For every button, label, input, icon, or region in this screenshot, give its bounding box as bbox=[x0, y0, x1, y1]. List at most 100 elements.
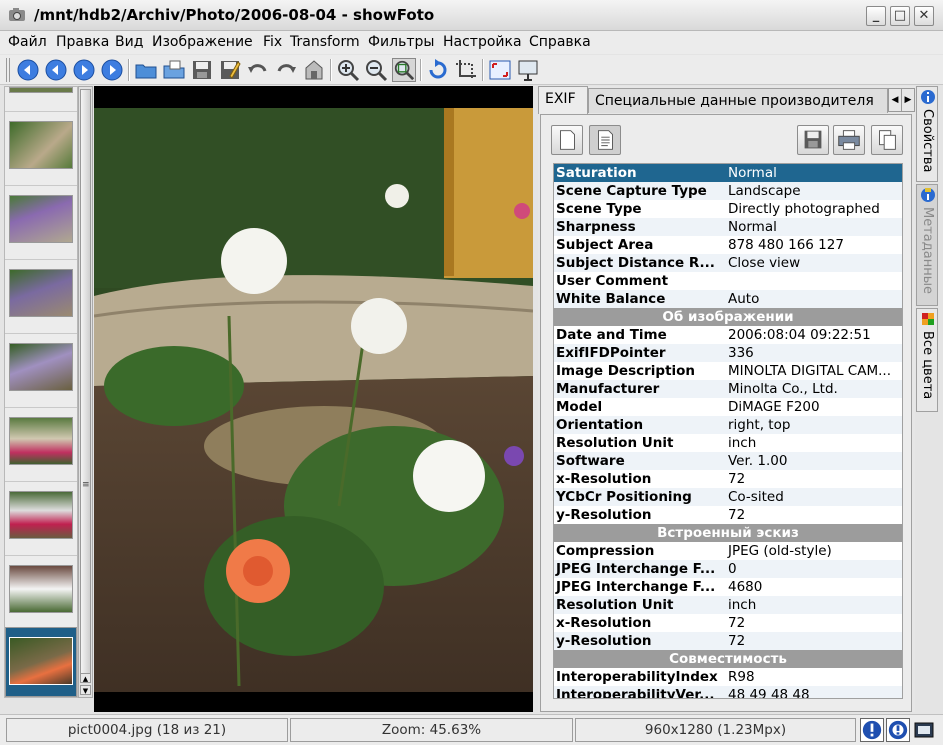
metadata-row[interactable]: Subject Distance R... Close view bbox=[554, 254, 902, 272]
save-as-icon[interactable] bbox=[218, 58, 242, 82]
metadata-row[interactable]: InteroperabilityIndex R98 bbox=[554, 668, 902, 686]
metadata-row[interactable]: ExifIFDPointer 336 bbox=[554, 344, 902, 362]
full-view-button[interactable] bbox=[589, 125, 621, 155]
forward-icon[interactable] bbox=[44, 58, 68, 82]
metadata-row[interactable]: JPEG Interchange F... 0 bbox=[554, 560, 902, 578]
thumbnail[interactable] bbox=[9, 491, 73, 539]
revert-icon[interactable] bbox=[302, 58, 326, 82]
redo-icon[interactable] bbox=[274, 58, 298, 82]
underexposure-indicator-icon[interactable] bbox=[860, 718, 884, 742]
metadata-row[interactable]: User Comment bbox=[554, 272, 902, 290]
back-icon[interactable] bbox=[16, 58, 40, 82]
sidebar-tab-metadata[interactable]: Метаданные bbox=[916, 184, 938, 306]
copy-metadata-button[interactable] bbox=[871, 125, 903, 155]
thumbnail-current[interactable] bbox=[9, 637, 73, 685]
tab-makernote[interactable]: Специальные данные производителя bbox=[588, 88, 888, 113]
thumbnail[interactable] bbox=[9, 269, 73, 317]
thumbnail-strip[interactable] bbox=[4, 86, 78, 698]
scroll-down-arrow[interactable]: ▼ bbox=[80, 685, 91, 695]
panel-tabs: EXIF Специальные данные производителя ◀ … bbox=[538, 86, 915, 114]
metadata-row[interactable]: Software Ver. 1.00 bbox=[554, 452, 902, 470]
open-file-icon[interactable] bbox=[162, 58, 186, 82]
toolbar-separator bbox=[482, 59, 484, 81]
image-canvas[interactable] bbox=[93, 86, 534, 712]
rotate-icon[interactable] bbox=[426, 58, 450, 82]
metadata-row[interactable]: Sharpness Normal bbox=[554, 218, 902, 236]
metadata-row[interactable]: InteroperabilityVer... 48 49 48 48 bbox=[554, 686, 902, 698]
tab-scroll-left[interactable]: ◀ bbox=[888, 88, 902, 112]
metadata-section-header[interactable]: Совместимость bbox=[554, 650, 902, 668]
menu-view[interactable]: Вид bbox=[115, 34, 143, 50]
metadata-row[interactable]: Scene Capture Type Landscape bbox=[554, 182, 902, 200]
metadata-row[interactable]: Orientation right, top bbox=[554, 416, 902, 434]
metadata-value: 72 bbox=[728, 633, 746, 649]
thumbnail-divider bbox=[5, 481, 77, 482]
menu-transform[interactable]: Transform bbox=[290, 34, 360, 50]
metadata-value: Directly photographed bbox=[728, 201, 880, 217]
metadata-row[interactable]: y-Resolution 72 bbox=[554, 506, 902, 524]
thumbnail[interactable] bbox=[9, 565, 73, 613]
menu-filters[interactable]: Фильтры bbox=[368, 34, 434, 50]
menu-fix[interactable]: Fix bbox=[263, 34, 282, 50]
undo-icon[interactable] bbox=[246, 58, 270, 82]
print-metadata-button[interactable] bbox=[833, 125, 865, 155]
simple-view-button[interactable] bbox=[551, 125, 583, 155]
metadata-row[interactable]: Subject Area 878 480 166 127 bbox=[554, 236, 902, 254]
metadata-key: Subject Distance R... bbox=[556, 255, 715, 271]
metadata-row[interactable]: Model DiMAGE F200 bbox=[554, 398, 902, 416]
minimize-button[interactable]: _ bbox=[866, 6, 886, 26]
metadata-row[interactable]: Compression JPEG (old-style) bbox=[554, 542, 902, 560]
save-icon[interactable] bbox=[190, 58, 214, 82]
metadata-row[interactable]: YCbCr Positioning Co-sited bbox=[554, 488, 902, 506]
metadata-table[interactable]: Saturation Normal Scene Capture Type Landsc… bbox=[553, 163, 903, 699]
thumbnail-scrollbar[interactable]: ▲ ▼ bbox=[78, 86, 93, 698]
fullscreen-icon[interactable] bbox=[488, 58, 512, 82]
metadata-row[interactable]: Date and Time 2006:08:04 09:22:51 bbox=[554, 326, 902, 344]
close-button[interactable]: ✕ bbox=[914, 6, 934, 26]
splitter-handle[interactable]: ≡ bbox=[82, 480, 90, 490]
overexposure-indicator-icon[interactable] bbox=[886, 718, 910, 742]
metadata-row[interactable]: Image Description MINOLTA DIGITAL CAM... bbox=[554, 362, 902, 380]
sidebar-tab-colors[interactable]: Все цвета bbox=[916, 308, 938, 412]
thumbnail[interactable] bbox=[9, 195, 73, 243]
scroll-up-arrow[interactable]: ▲ bbox=[80, 673, 91, 683]
metadata-row[interactable]: x-Resolution 72 bbox=[554, 614, 902, 632]
tab-scroll-right[interactable]: ▶ bbox=[901, 88, 915, 112]
metadata-section-header[interactable]: Об изображении bbox=[554, 308, 902, 326]
metadata-row[interactable]: Manufacturer Minolta Co., Ltd. bbox=[554, 380, 902, 398]
sidebar-tab-properties[interactable]: Свойства bbox=[916, 86, 938, 182]
thumbnail[interactable] bbox=[9, 121, 73, 169]
metadata-section-header[interactable]: Встроенный эскиз bbox=[554, 524, 902, 542]
metadata-row[interactable]: Resolution Unit inch bbox=[554, 596, 902, 614]
metadata-row[interactable]: JPEG Interchange F... 4680 bbox=[554, 578, 902, 596]
metadata-row[interactable]: Saturation Normal bbox=[554, 164, 902, 182]
thumbnail[interactable] bbox=[9, 87, 73, 93]
slideshow-icon[interactable] bbox=[516, 58, 540, 82]
first-icon[interactable] bbox=[72, 58, 96, 82]
open-folder-icon[interactable] bbox=[134, 58, 158, 82]
thumbnail[interactable] bbox=[9, 417, 73, 465]
menu-settings[interactable]: Настройка bbox=[443, 34, 522, 50]
metadata-row[interactable]: White Balance Auto bbox=[554, 290, 902, 308]
zoom-in-icon[interactable] bbox=[336, 58, 360, 82]
metadata-row[interactable]: x-Resolution 72 bbox=[554, 470, 902, 488]
metadata-value: 72 bbox=[728, 507, 746, 523]
scrollbar-thumb[interactable] bbox=[80, 89, 91, 679]
maximize-button[interactable]: □ bbox=[890, 6, 910, 26]
menu-edit[interactable]: Правка bbox=[56, 34, 109, 50]
save-metadata-button[interactable] bbox=[797, 125, 829, 155]
menu-file[interactable]: Файл bbox=[8, 34, 47, 50]
metadata-row[interactable]: y-Resolution 72 bbox=[554, 632, 902, 650]
thumbnail[interactable] bbox=[9, 343, 73, 391]
zoom-fit-icon[interactable] bbox=[392, 58, 416, 82]
metadata-row[interactable]: Resolution Unit inch bbox=[554, 434, 902, 452]
toolbar-handle[interactable] bbox=[6, 58, 10, 82]
tab-exif[interactable]: EXIF bbox=[538, 86, 588, 114]
crop-icon[interactable] bbox=[454, 58, 478, 82]
fullscreen-toggle-icon[interactable] bbox=[912, 718, 936, 742]
menu-image[interactable]: Изображение bbox=[152, 34, 253, 50]
menu-help[interactable]: Справка bbox=[529, 34, 591, 50]
last-icon[interactable] bbox=[100, 58, 124, 82]
zoom-out-icon[interactable] bbox=[364, 58, 388, 82]
metadata-row[interactable]: Scene Type Directly photographed bbox=[554, 200, 902, 218]
